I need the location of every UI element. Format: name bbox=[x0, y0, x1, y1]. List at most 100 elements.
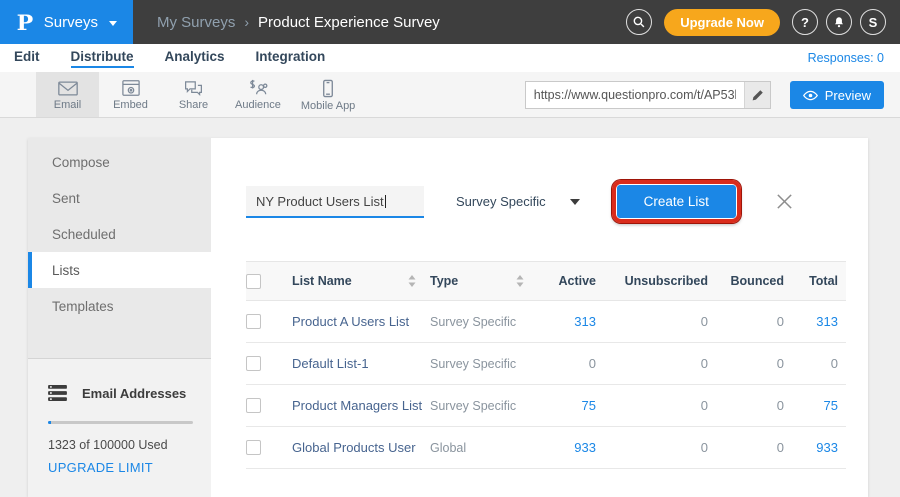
table-row: Product Managers List Survey Specific 75… bbox=[246, 385, 846, 427]
total-count: 0 bbox=[784, 356, 846, 371]
email-icon bbox=[57, 80, 79, 97]
questionpro-logo: P bbox=[17, 10, 34, 35]
row-checkbox[interactable] bbox=[246, 440, 261, 455]
col-unsubscribed: Unsubscribed bbox=[596, 274, 708, 288]
list-name-value: NY Product Users List bbox=[256, 194, 384, 209]
toolbar-item-share[interactable]: Share bbox=[162, 72, 225, 117]
unsubscribed-count: 0 bbox=[596, 314, 708, 329]
toolbar-item-label: Email bbox=[54, 99, 82, 111]
select-all-checkbox[interactable] bbox=[246, 274, 261, 289]
list-type: Survey Specific bbox=[430, 315, 516, 329]
product-name: Surveys bbox=[44, 14, 98, 31]
active-count[interactable]: 313 bbox=[538, 314, 596, 329]
email-addresses-header: Email Addresses bbox=[48, 385, 193, 401]
sidebar-spacer bbox=[28, 324, 211, 358]
total-count[interactable]: 313 bbox=[784, 314, 846, 329]
chevron-down-icon bbox=[570, 199, 580, 205]
help-button[interactable]: ? bbox=[792, 9, 818, 35]
tab-integration[interactable]: Integration bbox=[256, 49, 326, 68]
unsubscribed-count: 0 bbox=[596, 356, 708, 371]
create-list-button[interactable]: Create List bbox=[617, 185, 736, 218]
upgrade-now-button[interactable]: Upgrade Now bbox=[664, 9, 780, 36]
row-checkbox[interactable] bbox=[246, 314, 261, 329]
active-count[interactable]: 933 bbox=[538, 440, 596, 455]
survey-url-input[interactable] bbox=[526, 82, 744, 108]
content-area: Compose Sent Scheduled Lists Templates E… bbox=[0, 118, 900, 497]
distribute-toolbar: Email Embed Share Audience Mobile App Pr… bbox=[0, 72, 900, 118]
toolbar-item-mobile-app[interactable]: Mobile App bbox=[291, 72, 365, 117]
search-button[interactable] bbox=[626, 9, 652, 35]
notifications-button[interactable] bbox=[826, 9, 852, 35]
table-body: Product A Users List Survey Specific 313… bbox=[246, 301, 846, 469]
breadcrumb-my-surveys[interactable]: My Surveys bbox=[157, 14, 235, 31]
unsubscribed-count: 0 bbox=[596, 398, 708, 413]
row-checkbox[interactable] bbox=[246, 356, 261, 371]
active-count: 0 bbox=[538, 356, 596, 371]
col-total: Total bbox=[784, 274, 846, 288]
total-count[interactable]: 75 bbox=[784, 398, 846, 413]
list-name-link[interactable]: Global Products User bbox=[292, 440, 416, 455]
avatar-initial: S bbox=[869, 15, 878, 30]
toolbar-item-email[interactable]: Email bbox=[36, 72, 99, 117]
question-mark-icon: ? bbox=[801, 15, 809, 30]
unsubscribed-count: 0 bbox=[596, 440, 708, 455]
survey-link-group: Preview bbox=[525, 81, 884, 109]
mobile-app-icon bbox=[322, 79, 334, 98]
list-type-select[interactable]: Survey Specific bbox=[456, 194, 580, 209]
survey-url-wrap bbox=[525, 81, 771, 109]
pencil-icon bbox=[751, 89, 764, 102]
responses-count[interactable]: Responses: 0 bbox=[808, 51, 884, 65]
eye-icon bbox=[803, 90, 818, 101]
active-count[interactable]: 75 bbox=[538, 398, 596, 413]
lists-table: List Name Type Active Unsubscribed Bounc… bbox=[246, 261, 846, 469]
list-type: Global bbox=[430, 441, 466, 455]
top-actions: Upgrade Now ? S bbox=[626, 9, 886, 36]
chevron-down-icon bbox=[109, 21, 117, 26]
row-checkbox[interactable] bbox=[246, 398, 261, 413]
sidebar-item-templates[interactable]: Templates bbox=[28, 288, 211, 324]
list-name-link[interactable]: Product Managers List bbox=[292, 398, 422, 413]
col-list-name: List Name bbox=[292, 274, 352, 288]
list-type-value: Survey Specific bbox=[456, 194, 546, 209]
table-row: Product A Users List Survey Specific 313… bbox=[246, 301, 846, 343]
sidebar-item-lists[interactable]: Lists bbox=[28, 252, 211, 288]
bell-icon bbox=[832, 15, 846, 30]
list-type: Survey Specific bbox=[430, 399, 516, 413]
preview-button[interactable]: Preview bbox=[790, 81, 884, 109]
list-name-link[interactable]: Default List-1 bbox=[292, 356, 369, 371]
survey-nav: Edit Distribute Analytics Integration Re… bbox=[0, 44, 900, 72]
tab-distribute[interactable]: Distribute bbox=[71, 49, 134, 68]
sort-icon[interactable] bbox=[408, 275, 416, 287]
list-name-link[interactable]: Product A Users List bbox=[292, 314, 409, 329]
sidebar-item-scheduled[interactable]: Scheduled bbox=[28, 216, 211, 252]
toolbar-item-embed[interactable]: Embed bbox=[99, 72, 162, 117]
list-icon bbox=[48, 385, 67, 401]
email-usage-progressbar bbox=[48, 421, 193, 424]
list-name-input[interactable]: NY Product Users List bbox=[246, 186, 424, 218]
bounced-count: 0 bbox=[708, 440, 784, 455]
close-icon bbox=[775, 192, 794, 211]
account-avatar[interactable]: S bbox=[860, 9, 886, 35]
breadcrumb: My Surveys › Product Experience Survey bbox=[157, 14, 440, 31]
tab-analytics[interactable]: Analytics bbox=[165, 49, 225, 68]
search-icon bbox=[632, 15, 646, 29]
tab-edit[interactable]: Edit bbox=[14, 49, 40, 68]
breadcrumb-bar: My Surveys › Product Experience Survey U… bbox=[133, 0, 900, 44]
table-header-row: List Name Type Active Unsubscribed Bounc… bbox=[246, 261, 846, 301]
bounced-count: 0 bbox=[708, 314, 784, 329]
sidebar-item-compose[interactable]: Compose bbox=[28, 144, 211, 180]
surveys-product-switcher[interactable]: P Surveys bbox=[0, 0, 133, 44]
email-usage-text: 1323 of 100000 Used bbox=[48, 438, 193, 452]
sort-icon[interactable] bbox=[516, 275, 524, 287]
sidebar-item-sent[interactable]: Sent bbox=[28, 180, 211, 216]
col-bounced: Bounced bbox=[708, 274, 784, 288]
toolbar-item-audience[interactable]: Audience bbox=[225, 72, 291, 117]
col-type: Type bbox=[430, 274, 458, 288]
embed-icon bbox=[121, 79, 141, 97]
page-title: Product Experience Survey bbox=[258, 14, 440, 31]
total-count[interactable]: 933 bbox=[784, 440, 846, 455]
upgrade-limit-link[interactable]: UPGRADE LIMIT bbox=[48, 460, 193, 475]
close-form-button[interactable] bbox=[775, 192, 794, 211]
edit-url-button[interactable] bbox=[744, 82, 770, 108]
nav-tabs: Edit Distribute Analytics Integration bbox=[14, 49, 325, 68]
